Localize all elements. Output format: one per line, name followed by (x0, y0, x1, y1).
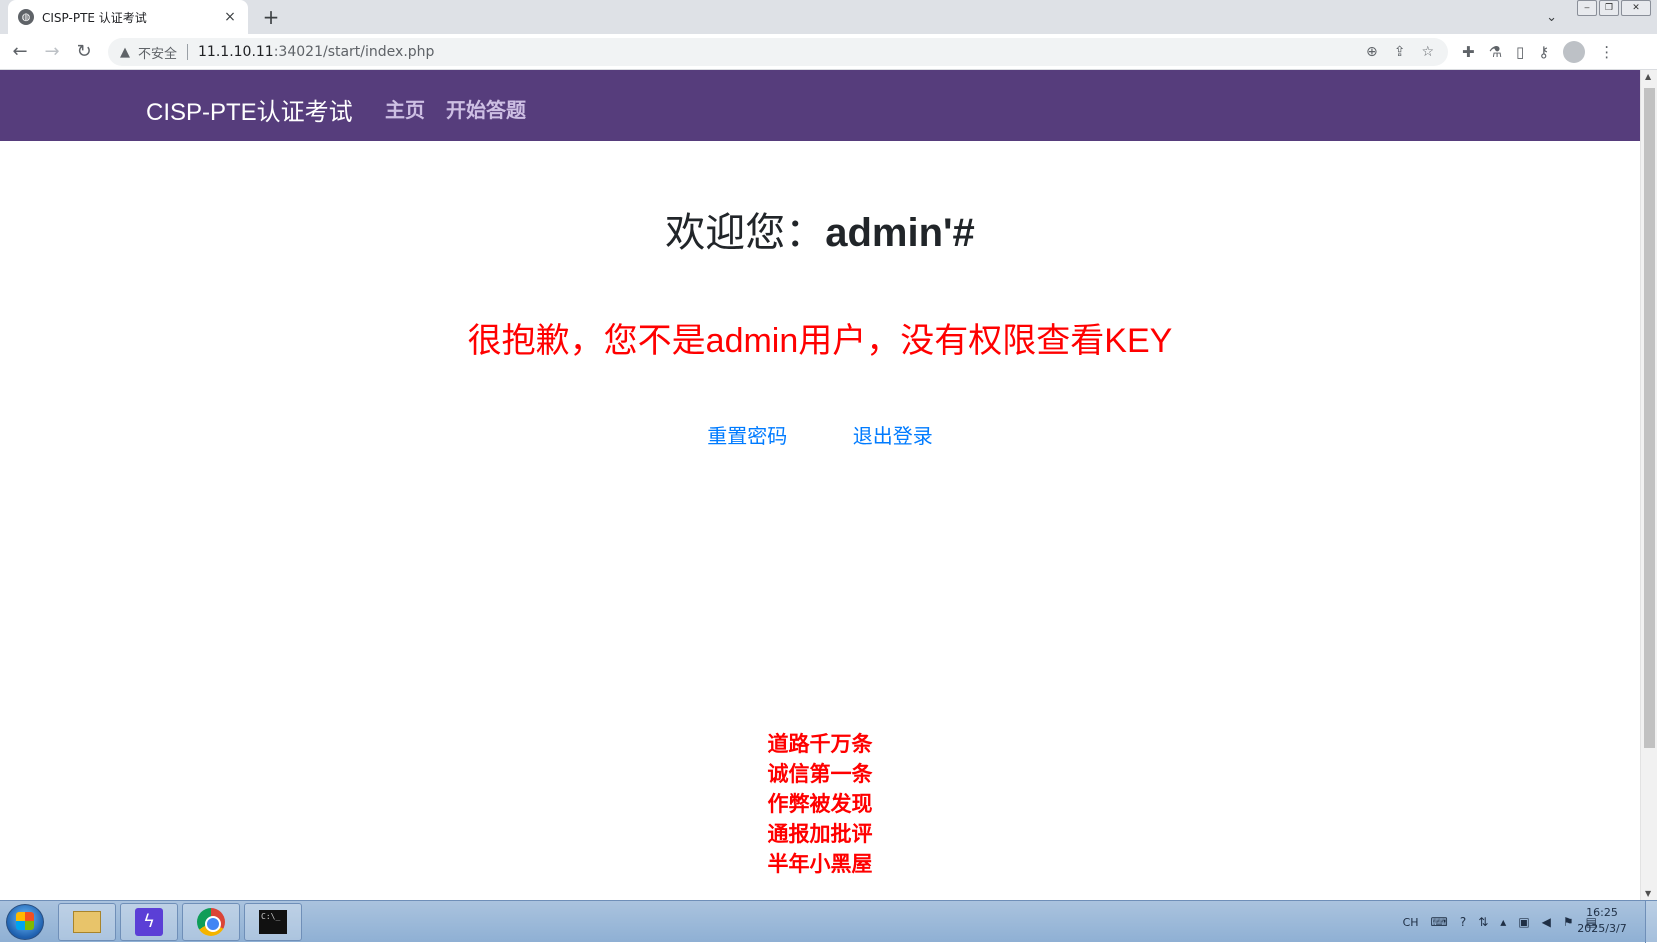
tab-title: CISP-PTE 认证考试 (42, 10, 147, 25)
browser-tab[interactable]: ◍ CISP-PTE 认证考试 × (8, 0, 248, 34)
show-hidden-icons[interactable]: ▴ (1500, 915, 1506, 929)
scroll-down-icon[interactable]: ▼ (1645, 889, 1651, 898)
ime-icon[interactable]: ⇅ (1478, 915, 1488, 929)
omnibox-divider (187, 44, 189, 60)
avatar-icon[interactable] (1563, 41, 1586, 63)
keyboard-icon[interactable]: ⌨ (1431, 915, 1448, 929)
zoom-icon[interactable]: ⊕ (1366, 44, 1378, 60)
motto-line: 道路千万条 (767, 733, 873, 756)
motto-line: 通报加批评 (767, 823, 873, 846)
flask-icon[interactable]: ⚗ (1489, 43, 1502, 61)
globe-icon: ◍ (18, 9, 34, 25)
motto-line: 诚信第一条 (767, 763, 873, 786)
account-links: 重置密码 退出登录 (0, 420, 1640, 449)
clock-time: 16:25 (1586, 906, 1618, 919)
browser-tab-strip: ◍ CISP-PTE 认证考试 × + ‒ ❐ ✕ ⌄ (0, 0, 1657, 34)
windows-logo-icon (16, 912, 34, 930)
site-brand[interactable]: CISP-PTE认证考试 (146, 92, 353, 127)
back-arrow-icon[interactable]: ← (8, 40, 32, 64)
browser-toolbar: ← → ↻ ▲ 不安全 11.1.10.11:34021/start/index… (0, 34, 1657, 70)
logout-link[interactable]: 退出登录 (853, 426, 933, 448)
network-icon[interactable]: ▣ (1518, 915, 1529, 929)
help-icon[interactable]: ? (1460, 915, 1466, 929)
volume-muted-icon[interactable]: ◀ (1542, 915, 1551, 929)
show-desktop-button[interactable] (1645, 901, 1657, 943)
url-path[interactable]: :34021/start/index.php (274, 44, 435, 60)
start-button[interactable] (6, 904, 44, 940)
taskbar-chrome[interactable] (182, 903, 240, 941)
star-icon[interactable]: ☆ (1421, 44, 1434, 60)
taskbar-file-explorer[interactable] (58, 903, 116, 941)
welcome-username: admin'# (825, 211, 975, 255)
window-controls: ‒ ❐ ✕ (1577, 0, 1651, 16)
nav-item-start-exam[interactable]: 开始答题 (446, 94, 526, 123)
scroll-up-icon[interactable]: ▲ (1645, 72, 1651, 81)
reload-icon[interactable]: ↻ (72, 40, 96, 64)
puzzle-icon[interactable]: ✚ (1462, 43, 1475, 61)
tab-search-icon[interactable]: ⌄ (1546, 10, 1557, 25)
restore-icon[interactable]: ❐ (1599, 0, 1619, 16)
page-scrollbar[interactable]: ▲ ▼ (1640, 70, 1657, 900)
integrity-motto: 道路千万条 诚信第一条 作弊被发现 通报加批评 半年小黑屋 (0, 730, 1640, 880)
new-tab-button[interactable]: + (258, 4, 284, 30)
side-panel-icon[interactable]: ▯ (1516, 43, 1524, 61)
permission-denied-message: 很抱歉，您不是admin用户，没有权限查看KEY (467, 322, 1173, 360)
close-tab-icon[interactable]: × (222, 9, 238, 25)
minimize-icon[interactable]: ‒ (1577, 0, 1597, 16)
kebab-menu-icon[interactable]: ⋮ (1599, 43, 1614, 61)
welcome-heading: 欢迎您：admin'# (0, 200, 1640, 258)
warning-triangle-icon[interactable]: ▲ (120, 45, 130, 60)
forward-arrow-icon[interactable]: → (40, 40, 64, 64)
url-host[interactable]: 11.1.10.11 (198, 44, 274, 60)
taskbar-clock[interactable]: 16:25 2025/3/7 (1567, 905, 1637, 937)
taskbar-cmd[interactable]: C:\_ (244, 903, 302, 941)
nav-item-home[interactable]: 主页 (385, 94, 425, 123)
scrollbar-thumb[interactable] (1644, 88, 1655, 748)
close-window-icon[interactable]: ✕ (1621, 0, 1651, 16)
welcome-prefix: 欢迎您： (665, 211, 826, 255)
chrome-icon (197, 908, 225, 936)
motto-line: 半年小黑屋 (767, 853, 873, 876)
security-label[interactable]: 不安全 (138, 43, 177, 62)
site-navbar: CISP-PTE认证考试 主页 开始答题 (0, 70, 1640, 141)
clock-date: 2025/3/7 (1577, 922, 1627, 935)
key-icon[interactable]: ⚷ (1538, 43, 1549, 61)
taskbar-bolt-app[interactable]: ϟ (120, 903, 178, 941)
bolt-app-icon: ϟ (135, 908, 163, 936)
file-explorer-icon (73, 911, 101, 933)
cmd-icon: C:\_ (259, 910, 287, 934)
address-bar[interactable]: ▲ 不安全 11.1.10.11:34021/start/index.php ⊕… (108, 38, 1448, 66)
reset-password-link[interactable]: 重置密码 (707, 426, 787, 448)
windows-taskbar: ϟ C:\_ CH ⌨ ? ⇅ ▴ ▣ ◀ ⚑ ▤ 16:25 2025/3/7 (0, 900, 1657, 943)
share-icon[interactable]: ⇪ (1394, 44, 1406, 60)
input-language[interactable]: CH (1403, 916, 1419, 929)
motto-line: 作弊被发现 (767, 793, 873, 816)
